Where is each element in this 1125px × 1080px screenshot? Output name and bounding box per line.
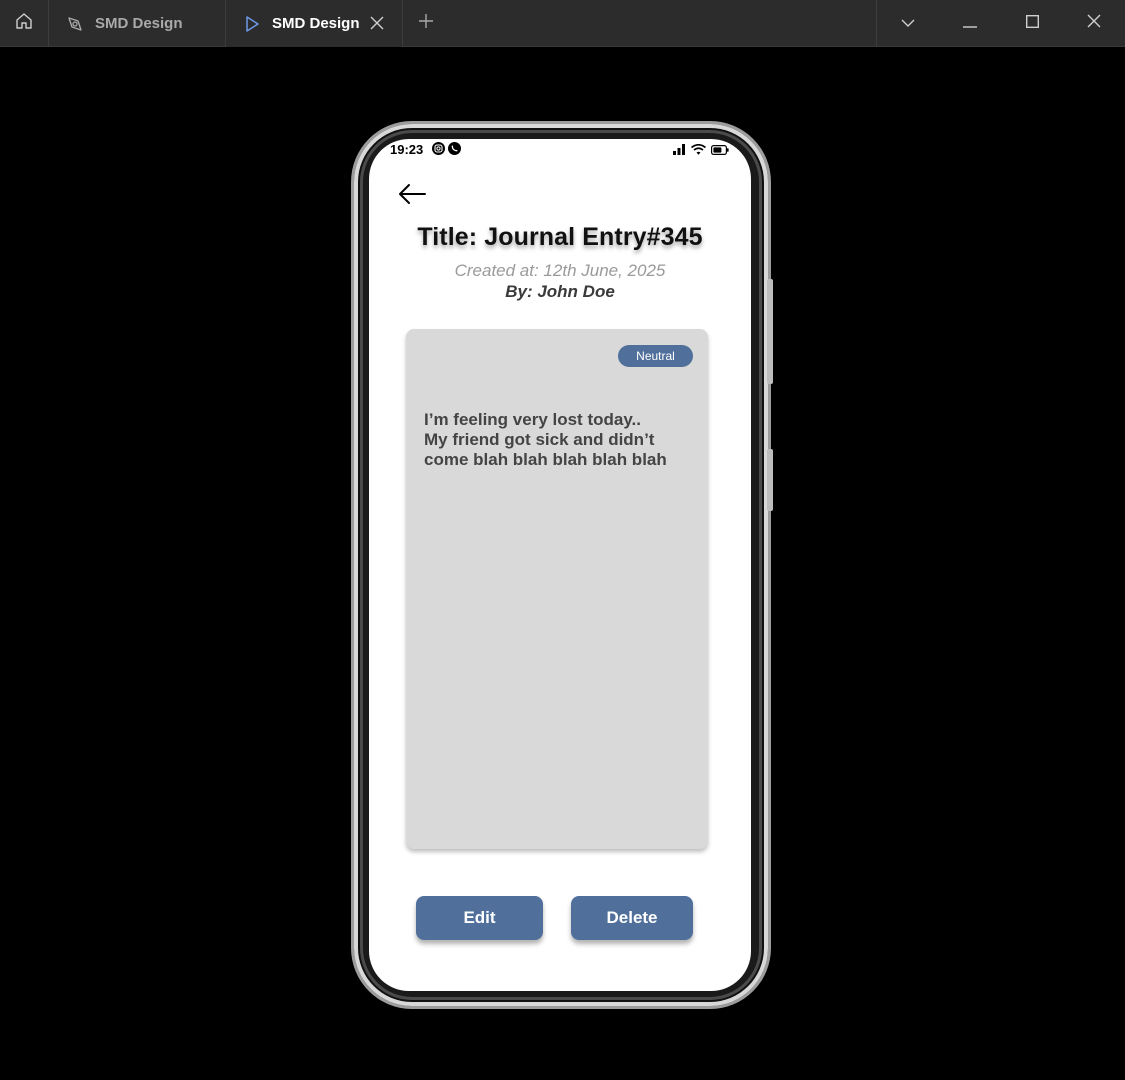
status-time: 19:23 (390, 142, 424, 157)
window-controls (876, 0, 1125, 47)
power-button (767, 449, 773, 511)
entry-card: Neutral I’m feeling very lost today.. My… (406, 329, 708, 849)
window-titlebar: SMD Design SMD Design (0, 0, 1125, 47)
close-icon (1087, 14, 1101, 33)
close-window-button[interactable] (1063, 0, 1125, 47)
entry-title: Title: Journal Entry#345 (417, 223, 703, 251)
new-tab-button[interactable] (403, 0, 449, 47)
chevron-down-icon (901, 15, 915, 33)
tabs-dropdown-button[interactable] (877, 0, 939, 47)
entry-text: I’m feeling very lost today.. My friend … (424, 410, 694, 470)
maximize-icon (1025, 14, 1039, 33)
home-icon (15, 12, 33, 35)
delete-button[interactable]: Delete (571, 896, 693, 940)
close-tab-icon[interactable] (368, 14, 386, 32)
whatsapp-icon (448, 142, 461, 155)
entry-text-line: come blah blah blah blah blah (424, 450, 667, 469)
arrow-left-icon (397, 184, 427, 210)
tab-label: SMD Design (95, 15, 183, 32)
entry-text-line: My friend got sick and didn’t (424, 430, 655, 449)
instagram-icon (432, 142, 445, 155)
plus-icon (418, 13, 434, 34)
signal-icon (673, 142, 686, 160)
status-app-icons (432, 142, 461, 155)
tab-smd-design-prototype[interactable]: SMD Design (226, 0, 403, 47)
figma-design-icon (65, 14, 85, 34)
home-button[interactable] (0, 0, 49, 47)
back-button[interactable] (397, 182, 427, 206)
play-prototype-icon (242, 14, 262, 34)
wifi-icon (691, 142, 706, 160)
minimize-icon (963, 15, 977, 33)
volume-button (767, 279, 773, 384)
tab-label: SMD Design (272, 15, 360, 32)
minimize-button[interactable] (939, 0, 1001, 47)
status-bar: 19:23 (369, 139, 751, 161)
status-indicators (673, 142, 729, 160)
tab-smd-design-file[interactable]: SMD Design (49, 0, 226, 47)
edit-button[interactable]: Edit (416, 896, 543, 940)
entry-created-at: Created at: 12th June, 2025 (454, 261, 666, 280)
battery-icon (711, 142, 729, 160)
maximize-button[interactable] (1001, 0, 1063, 47)
entry-text-line: I’m feeling very lost today.. (424, 410, 641, 429)
entry-author: By: John Doe (505, 282, 615, 301)
phone-mockup: 19:23 Title: Journal Entry#345 Created a… (354, 124, 773, 1006)
mood-badge: Neutral (618, 345, 693, 367)
phone-screen: 19:23 Title: Journal Entry#345 Created a… (369, 139, 751, 991)
